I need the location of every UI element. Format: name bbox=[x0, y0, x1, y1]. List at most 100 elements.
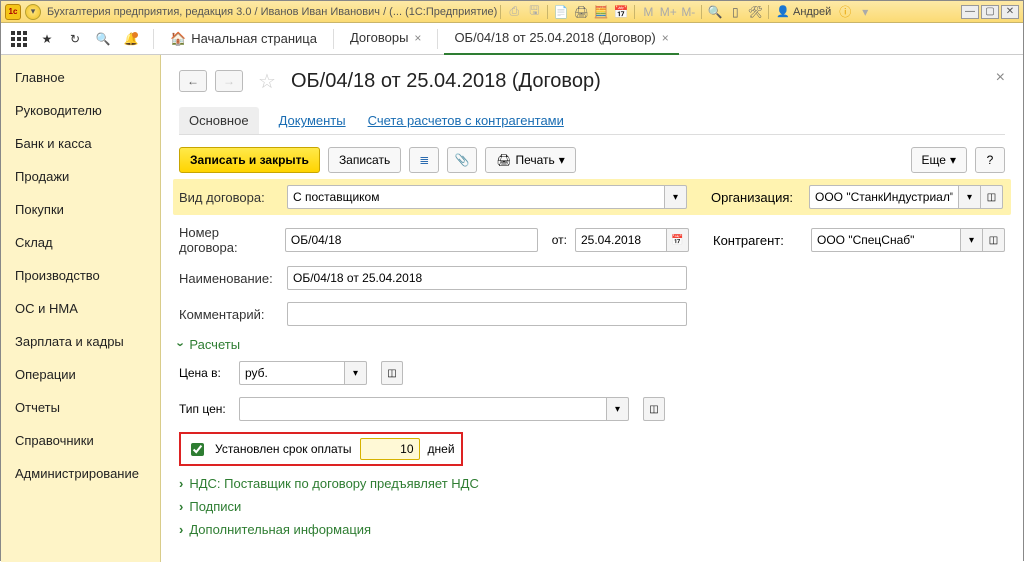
name-label: Наименование: bbox=[179, 271, 279, 286]
price-in-label: Цена в: bbox=[179, 366, 231, 380]
sidebar-item-hr[interactable]: Зарплата и кадры bbox=[1, 325, 160, 358]
sidebar-item-catalogs[interactable]: Справочники bbox=[1, 424, 160, 457]
price-type-label: Тип цен: bbox=[179, 402, 231, 416]
expander-vat[interactable]: НДС: Поставщик по договору предъявляет Н… bbox=[179, 476, 1005, 491]
home-icon: 🏠 bbox=[170, 31, 186, 47]
info-icon[interactable]: ⓘ bbox=[836, 3, 854, 21]
apps-grid-icon[interactable] bbox=[7, 27, 31, 51]
tab-label: Договоры bbox=[350, 30, 408, 45]
deadline-days-input[interactable] bbox=[360, 438, 420, 460]
print2-icon[interactable]: 🖨 bbox=[572, 3, 590, 21]
maximize-button[interactable]: ▢ bbox=[981, 5, 999, 19]
close-page-icon[interactable]: × bbox=[996, 69, 1005, 87]
tab-contracts[interactable]: Договоры × bbox=[340, 23, 431, 55]
favorite-star-icon[interactable]: ★ bbox=[35, 27, 59, 51]
dropdown-icon[interactable]: ▾ bbox=[959, 185, 981, 209]
close-tab-icon[interactable]: × bbox=[414, 31, 421, 45]
number-input[interactable] bbox=[285, 228, 538, 252]
from-label: от: bbox=[552, 233, 567, 247]
main-toolbar: ★ ↻ 🔍 🔔 🏠 Начальная страница Договоры × … bbox=[1, 23, 1023, 55]
m-minus-icon[interactable]: M- bbox=[679, 3, 697, 21]
date-input[interactable] bbox=[575, 228, 667, 252]
section-tab-main[interactable]: Основное bbox=[179, 107, 259, 134]
more-label: Еще bbox=[922, 153, 946, 167]
print-icon[interactable]: ⎙ bbox=[505, 3, 523, 21]
info-dropdown-icon[interactable]: ▾ bbox=[856, 3, 874, 21]
tab-contract-detail[interactable]: ОБ/04/18 от 25.04.2018 (Договор) × bbox=[444, 23, 678, 55]
dropdown-icon[interactable]: ▾ bbox=[345, 361, 367, 385]
contract-type-label: Вид договора: bbox=[179, 190, 279, 205]
help-button[interactable]: ? bbox=[975, 147, 1005, 173]
name-input[interactable] bbox=[287, 266, 687, 290]
org-input[interactable] bbox=[809, 185, 959, 209]
attach-button[interactable]: 📎 bbox=[447, 147, 477, 173]
price-in-input[interactable] bbox=[239, 361, 345, 385]
open-icon[interactable]: ◫ bbox=[983, 228, 1005, 252]
minimize-button[interactable]: — bbox=[961, 5, 979, 19]
nav-forward-button[interactable]: → bbox=[215, 70, 243, 92]
dropdown-icon[interactable]: ▾ bbox=[961, 228, 983, 252]
user-label[interactable]: 👤Андрей bbox=[776, 5, 831, 18]
sidebar-item-operations[interactable]: Операции bbox=[1, 358, 160, 391]
close-window-button[interactable]: ✕ bbox=[1001, 5, 1019, 19]
contract-type-input[interactable] bbox=[287, 185, 665, 209]
panel-icon[interactable]: ▯ bbox=[726, 3, 744, 21]
wrench-icon[interactable]: 🛠 bbox=[746, 3, 764, 21]
calendar-icon[interactable]: 📅 bbox=[612, 3, 630, 21]
history-icon[interactable]: ↻ bbox=[63, 27, 87, 51]
expander-sign[interactable]: Подписи bbox=[179, 499, 1005, 514]
sidebar-item-purchases[interactable]: Покупки bbox=[1, 193, 160, 226]
price-type-input[interactable] bbox=[239, 397, 607, 421]
open-icon[interactable]: ◫ bbox=[981, 185, 1003, 209]
open-icon[interactable]: ◫ bbox=[643, 397, 665, 421]
more-button[interactable]: Еще ▾ bbox=[911, 147, 967, 173]
open-icon[interactable]: ◫ bbox=[381, 361, 403, 385]
m-icon[interactable]: M bbox=[639, 3, 657, 21]
sidebar: Главное Руководителю Банк и касса Продаж… bbox=[1, 55, 161, 562]
counterparty-input[interactable] bbox=[811, 228, 961, 252]
page-title: ОБ/04/18 от 25.04.2018 (Договор) bbox=[291, 70, 601, 93]
section-tab-settlements[interactable]: Счета расчетов с контрагентами bbox=[366, 107, 566, 134]
expander-extra[interactable]: Дополнительная информация bbox=[179, 522, 1005, 537]
home-tab[interactable]: 🏠 Начальная страница bbox=[160, 23, 327, 55]
app-logo-icon: 1c bbox=[5, 4, 21, 20]
window-title: Бухгалтерия предприятия, редакция 3.0 / … bbox=[47, 6, 497, 18]
sidebar-item-production[interactable]: Производство bbox=[1, 259, 160, 292]
search-global-icon[interactable]: 🔍 bbox=[706, 3, 724, 21]
home-label: Начальная страница bbox=[191, 31, 317, 46]
deadline-label: Установлен срок оплаты bbox=[215, 442, 352, 456]
dropdown-icon[interactable]: ▾ bbox=[665, 185, 687, 209]
sidebar-item-sales[interactable]: Продажи bbox=[1, 160, 160, 193]
search-icon[interactable]: 🔍 bbox=[91, 27, 115, 51]
deadline-checkbox[interactable] bbox=[191, 443, 204, 456]
sidebar-item-main[interactable]: Главное bbox=[1, 61, 160, 94]
print-button[interactable]: 🖨 Печать ▾ bbox=[485, 147, 576, 173]
doc-icon[interactable]: 📄 bbox=[552, 3, 570, 21]
section-tabs: Основное Документы Счета расчетов с конт… bbox=[179, 107, 1005, 135]
favorite-toggle-icon[interactable]: ☆ bbox=[255, 69, 279, 93]
calendar-picker-icon[interactable]: 📅 bbox=[667, 228, 689, 252]
notifications-icon[interactable]: 🔔 bbox=[119, 27, 143, 51]
app-menu-dropdown-icon[interactable]: ▾ bbox=[25, 4, 41, 20]
sidebar-item-admin[interactable]: Администрирование bbox=[1, 457, 160, 490]
nav-back-button[interactable]: ← bbox=[179, 70, 207, 92]
sidebar-item-warehouse[interactable]: Склад bbox=[1, 226, 160, 259]
save-button[interactable]: Записать bbox=[328, 147, 401, 173]
calc-icon[interactable]: 🧮 bbox=[592, 3, 610, 21]
list-view-button[interactable]: ≣ bbox=[409, 147, 439, 173]
save-close-button[interactable]: Записать и закрыть bbox=[179, 147, 320, 173]
print-label: Печать bbox=[515, 153, 554, 167]
chevron-down-icon: ▾ bbox=[950, 153, 956, 167]
close-tab-icon[interactable]: × bbox=[662, 31, 669, 45]
sidebar-item-manager[interactable]: Руководителю bbox=[1, 94, 160, 127]
m-plus-icon[interactable]: M+ bbox=[659, 3, 677, 21]
titlebar: 1c ▾ Бухгалтерия предприятия, редакция 3… bbox=[1, 1, 1023, 23]
comment-input[interactable] bbox=[287, 302, 687, 326]
section-tab-docs[interactable]: Документы bbox=[277, 107, 348, 134]
dropdown-icon[interactable]: ▾ bbox=[607, 397, 629, 421]
expander-calc[interactable]: Расчеты bbox=[179, 337, 1005, 352]
sidebar-item-bank[interactable]: Банк и касса bbox=[1, 127, 160, 160]
sidebar-item-assets[interactable]: ОС и НМА bbox=[1, 292, 160, 325]
save-icon[interactable]: 🖫 bbox=[525, 3, 543, 21]
sidebar-item-reports[interactable]: Отчеты bbox=[1, 391, 160, 424]
